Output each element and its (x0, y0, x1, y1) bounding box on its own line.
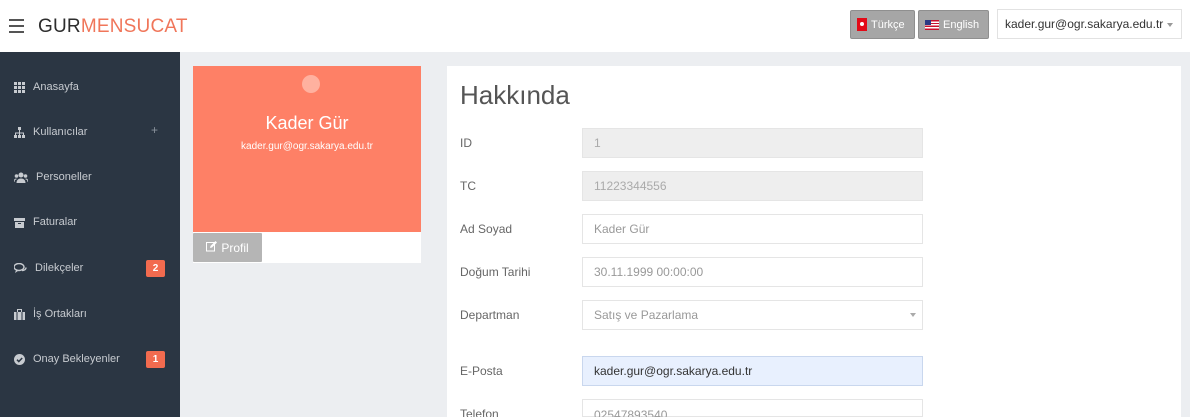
edit-icon (206, 240, 218, 255)
language-turkish-label: Türkçe (871, 18, 905, 31)
language-english-button[interactable]: English (918, 10, 989, 39)
users-icon (13, 172, 29, 183)
usa-flag-icon (925, 19, 939, 30)
profile-name: Kader Gür (265, 113, 349, 133)
departman-label: Departman (460, 308, 520, 322)
about-panel: Hakkında ID 1 TC 11223344556 Ad Soyad Ka… (447, 66, 1181, 417)
expand-plus-icon[interactable]: + (151, 123, 158, 137)
dogum-tarihi-label: Doğum Tarihi (460, 265, 531, 279)
sidebar-item-is-ortaklari[interactable]: İş Ortakları (0, 294, 180, 334)
caret-down-icon (910, 313, 916, 317)
avatar (302, 75, 320, 93)
sidebar-item-anasayfa[interactable]: Anasayfa (0, 67, 180, 107)
language-english-label: English (943, 18, 980, 31)
page-title: Hakkında (460, 80, 570, 110)
profile-header: Kader Gür kader.gur@ogr.sakarya.edu.tr (193, 66, 421, 232)
dogum-tarihi-field[interactable]: 30.11.1999 00:00:00 (582, 257, 923, 287)
briefcase-icon (14, 308, 25, 320)
tc-field: 11223344556 (582, 171, 923, 201)
grid-icon (14, 81, 25, 93)
notification-badge: 2 (146, 260, 165, 277)
menu-toggle-icon[interactable] (9, 19, 24, 33)
profile-card: Kader Gür kader.gur@ogr.sakarya.edu.tr P… (193, 66, 421, 263)
id-label: ID (460, 136, 472, 150)
user-menu-dropdown[interactable]: kader.gur@ogr.sakarya.edu.tr (997, 9, 1182, 39)
profile-email: kader.gur@ogr.sakarya.edu.tr (241, 141, 373, 152)
sidebar-item-label: İş Ortakları (33, 308, 87, 320)
sidebar-item-onay-bekleyenler[interactable]: Onay Bekleyenler 1 (0, 339, 180, 379)
brand-part-2: MENSUCAT (80, 16, 188, 37)
profile-button-label: Profil (221, 240, 249, 255)
ad-soyad-label: Ad Soyad (460, 222, 513, 236)
sidebar-item-label: Personeller (36, 171, 92, 183)
sidebar-item-faturalar[interactable]: Faturalar (0, 202, 180, 242)
sidebar-item-label: Dilekçeler (35, 262, 84, 274)
departman-selected-value: Satış ve Pazarlama (594, 308, 699, 322)
sidebar-item-label: Onay Bekleyenler (33, 353, 120, 365)
telefon-label: Telefon (460, 407, 499, 417)
language-turkish-button[interactable]: Türkçe (850, 10, 915, 39)
departman-select[interactable]: Satış ve Pazarlama (582, 300, 923, 330)
tc-label: TC (460, 179, 476, 193)
id-field: 1 (582, 128, 923, 158)
profile-button[interactable]: Profil (193, 233, 262, 262)
e-posta-label: E-Posta (460, 364, 503, 378)
comments-icon (13, 262, 27, 274)
archive-icon (14, 217, 25, 228)
notification-badge: 1 (146, 351, 165, 368)
sitemap-icon (14, 126, 25, 138)
sidebar-item-label: Kullanıcılar (33, 126, 88, 138)
user-email-label: kader.gur@ogr.sakarya.edu.tr (1005, 17, 1164, 31)
brand-logo[interactable]: GURMENSUCAT (38, 16, 188, 38)
sidebar-item-label: Anasayfa (33, 81, 79, 93)
turkey-flag-icon (857, 18, 867, 31)
sidebar-item-dilekceler[interactable]: Dilekçeler 2 (0, 248, 180, 288)
sidebar-item-label: Faturalar (33, 216, 78, 228)
telefon-field[interactable]: 02547893540 (582, 399, 923, 417)
caret-down-icon (1167, 23, 1173, 27)
ad-soyad-field[interactable]: Kader Gür (582, 214, 923, 244)
e-posta-field[interactable]: kader.gur@ogr.sakarya.edu.tr (582, 356, 923, 386)
top-bar: GURMENSUCAT Türkçe English kader.gur@ogr… (0, 0, 1190, 52)
brand-part-1: GUR (38, 16, 81, 37)
sidebar-item-kullanicilar[interactable]: Kullanıcılar + (0, 112, 180, 152)
sidebar: Anasayfa Kullanıcılar + Personeller Fatu… (0, 52, 180, 417)
check-circle-icon (14, 353, 25, 365)
sidebar-item-personeller[interactable]: Personeller (0, 157, 180, 197)
